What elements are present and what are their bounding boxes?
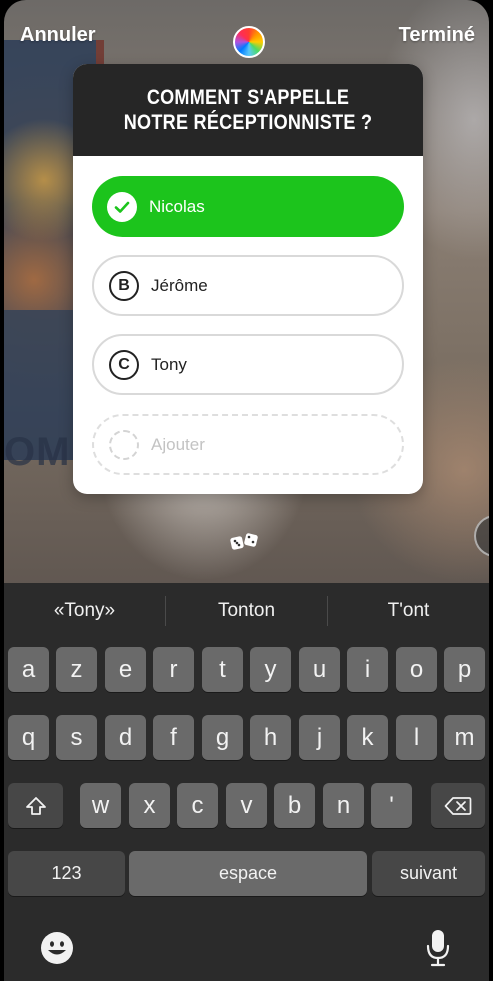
quiz-question: COMMENT S'APPELLE NOTRE RÉCEPTIONNISTE ?	[123, 86, 373, 134]
quiz-option-label: Nicolas	[149, 196, 205, 216]
key-m[interactable]: m	[444, 715, 485, 760]
delete-icon	[444, 796, 472, 815]
keyboard: «Tony» Tonton T'ont a z e r t y u i o p …	[4, 583, 489, 981]
quiz-question-header[interactable]: COMMENT S'APPELLE NOTRE RÉCEPTIONNISTE ?	[73, 64, 423, 156]
key-x[interactable]: x	[129, 783, 170, 828]
suggestion-2[interactable]: Tonton	[166, 600, 327, 622]
done-button[interactable]: Terminé	[399, 24, 475, 47]
cancel-button[interactable]: Annuler	[20, 24, 96, 47]
brand-logo	[474, 515, 489, 557]
key-p[interactable]: p	[444, 647, 485, 692]
key-r[interactable]: r	[153, 647, 194, 692]
key-v[interactable]: v	[226, 783, 267, 828]
add-option-placeholder: Ajouter	[151, 434, 205, 454]
delete-key[interactable]	[431, 783, 485, 828]
quiz-card: COMMENT S'APPELLE NOTRE RÉCEPTIONNISTE ?…	[73, 64, 423, 494]
key-apostrophe[interactable]: '	[371, 783, 412, 828]
emoji-icon[interactable]	[40, 931, 74, 970]
next-key[interactable]: suivant	[372, 851, 485, 896]
microphone-icon[interactable]	[425, 929, 451, 972]
shift-key[interactable]	[8, 783, 63, 828]
key-t[interactable]: t	[202, 647, 243, 692]
key-h[interactable]: h	[250, 715, 291, 760]
suggestion-1[interactable]: «Tony»	[4, 600, 165, 622]
key-g[interactable]: g	[202, 715, 243, 760]
key-y[interactable]: y	[250, 647, 291, 692]
option-letter-badge: C	[109, 349, 139, 380]
quiz-option-c[interactable]: C Tony	[92, 334, 404, 395]
dice-shuffle-icon[interactable]	[230, 532, 260, 560]
quiz-option-label: Jérôme	[151, 275, 208, 295]
color-picker-icon[interactable]	[233, 26, 265, 58]
add-option-circle-icon	[109, 429, 139, 460]
key-a[interactable]: a	[8, 647, 49, 692]
key-o[interactable]: o	[396, 647, 437, 692]
key-s[interactable]: s	[56, 715, 97, 760]
key-u[interactable]: u	[299, 647, 340, 692]
shift-icon	[25, 796, 46, 815]
key-d[interactable]: d	[105, 715, 146, 760]
option-letter-badge: B	[109, 270, 139, 301]
key-l[interactable]: l	[396, 715, 437, 760]
key-f[interactable]: f	[153, 715, 194, 760]
key-w[interactable]: w	[80, 783, 121, 828]
key-k[interactable]: k	[347, 715, 388, 760]
key-n[interactable]: n	[323, 783, 364, 828]
key-q[interactable]: q	[8, 715, 49, 760]
quiz-option-b[interactable]: B Jérôme	[92, 255, 404, 316]
numbers-key[interactable]: 123	[8, 851, 125, 896]
key-e[interactable]: e	[105, 647, 146, 692]
check-icon	[107, 191, 137, 222]
key-j[interactable]: j	[299, 715, 340, 760]
key-z[interactable]: z	[56, 647, 97, 692]
suggestion-bar: «Tony» Tonton T'ont	[4, 583, 489, 639]
suggestion-3[interactable]: T'ont	[328, 600, 489, 622]
key-i[interactable]: i	[347, 647, 388, 692]
key-b[interactable]: b	[274, 783, 315, 828]
quiz-option-label: Tony	[151, 354, 187, 374]
key-c[interactable]: c	[177, 783, 218, 828]
painting-art	[4, 110, 84, 310]
space-key[interactable]: espace	[129, 851, 367, 896]
quiz-option-a[interactable]: Nicolas	[92, 176, 404, 237]
add-option-field[interactable]: Ajouter	[92, 414, 404, 475]
